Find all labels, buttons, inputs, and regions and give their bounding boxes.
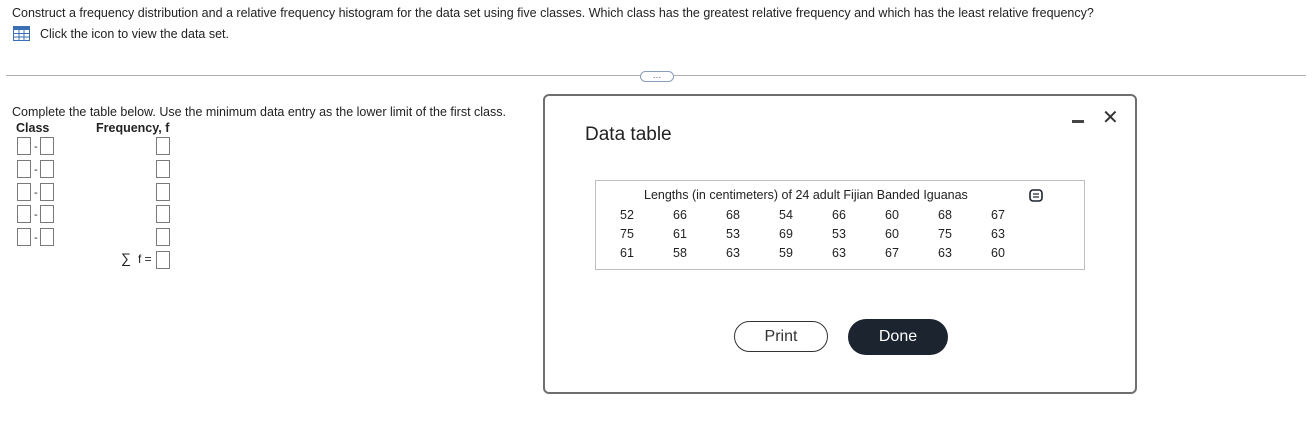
expand-more-button[interactable]: … <box>640 71 674 82</box>
table-cell: 59 <box>779 246 793 260</box>
frequency-sum-input[interactable] <box>156 251 170 269</box>
table-cell: 63 <box>938 246 952 260</box>
table-cell: 60 <box>885 208 899 222</box>
range-separator: - <box>34 232 38 244</box>
view-dataset-link[interactable]: Click the icon to view the data set. <box>13 26 229 41</box>
class-lower-input[interactable] <box>17 205 31 223</box>
class-upper-input[interactable] <box>40 228 54 246</box>
frequency-input[interactable] <box>156 183 170 201</box>
table-cell: 53 <box>832 227 846 241</box>
frequency-input[interactable] <box>156 205 170 223</box>
form-instruction: Complete the table below. Use the minimu… <box>12 105 506 119</box>
table-cell: 63 <box>991 227 1005 241</box>
table-cell: 63 <box>726 246 740 260</box>
table-cell: 67 <box>885 246 899 260</box>
table-cell: 60 <box>885 227 899 241</box>
dialog-title: Data table <box>585 124 672 145</box>
question-text: Construct a frequency distribution and a… <box>12 6 1094 20</box>
table-cell: 66 <box>673 208 687 222</box>
frequency-input[interactable] <box>156 160 170 178</box>
class-upper-input[interactable] <box>40 183 54 201</box>
table-cell: 69 <box>779 227 793 241</box>
class-upper-input[interactable] <box>40 205 54 223</box>
class-upper-input[interactable] <box>40 160 54 178</box>
frequency-column-header: Frequency, f <box>96 121 170 135</box>
frequency-input[interactable] <box>156 228 170 246</box>
done-button[interactable]: Done <box>848 319 948 355</box>
class-lower-input[interactable] <box>17 183 31 201</box>
table-cell: 63 <box>832 246 846 260</box>
table-cell: 68 <box>726 208 740 222</box>
table-cell: 67 <box>991 208 1005 222</box>
table-caption: Lengths (in centimeters) of 24 adult Fij… <box>644 188 968 202</box>
data-table-dialog: Data table ✕ Lengths (in centimeters) of… <box>543 94 1137 394</box>
range-separator: - <box>34 164 38 176</box>
table-cell: 66 <box>832 208 846 222</box>
class-upper-input[interactable] <box>40 137 54 155</box>
class-lower-input[interactable] <box>17 160 31 178</box>
table-cell: 58 <box>673 246 687 260</box>
view-dataset-text[interactable]: Click the icon to view the data set. <box>40 27 229 41</box>
class-column-header: Class <box>16 121 50 135</box>
class-lower-input[interactable] <box>17 228 31 246</box>
range-separator: - <box>34 141 38 153</box>
table-cell: 53 <box>726 227 740 241</box>
copy-icon[interactable] <box>1029 189 1043 202</box>
table-cell: 61 <box>673 227 687 241</box>
range-separator: - <box>34 209 38 221</box>
table-cell: 68 <box>938 208 952 222</box>
table-cell: 52 <box>620 208 634 222</box>
table-cell: 60 <box>991 246 1005 260</box>
table-cell: 75 <box>620 227 634 241</box>
minimize-icon[interactable] <box>1072 120 1084 123</box>
sigma-symbol: ∑ <box>121 250 131 266</box>
table-cell: 54 <box>779 208 793 222</box>
class-lower-input[interactable] <box>17 137 31 155</box>
frequency-input[interactable] <box>156 137 170 155</box>
range-separator: - <box>34 187 38 199</box>
table-cell: 61 <box>620 246 634 260</box>
data-table: Lengths (in centimeters) of 24 adult Fij… <box>595 180 1085 270</box>
print-button[interactable]: Print <box>734 321 828 352</box>
table-grid-icon[interactable] <box>13 26 30 41</box>
table-cell: 75 <box>938 227 952 241</box>
sum-f-label: f = <box>138 252 152 266</box>
close-icon[interactable]: ✕ <box>1102 108 1119 128</box>
